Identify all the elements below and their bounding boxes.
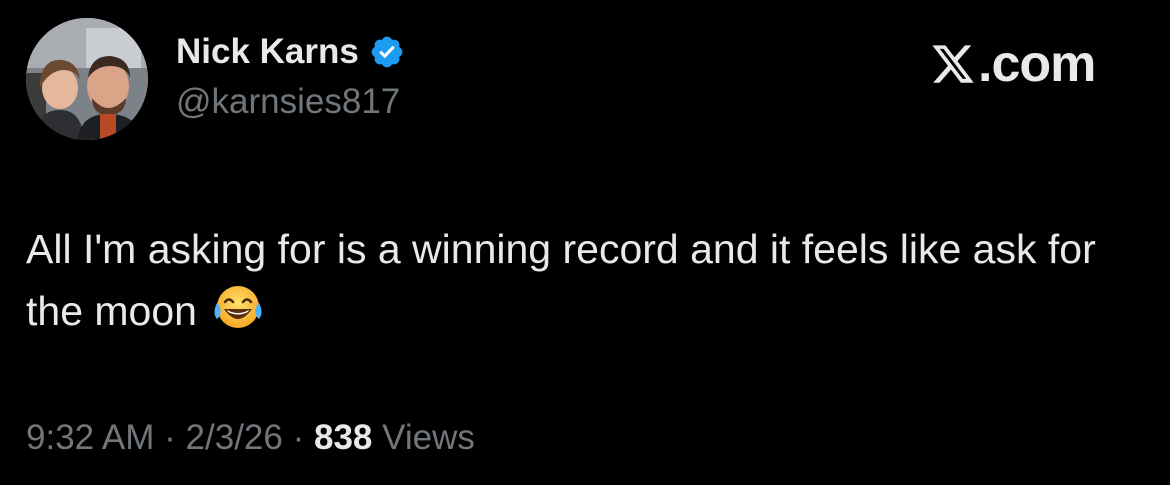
profile-photo	[26, 18, 148, 140]
face-with-tears-of-joy-icon	[211, 283, 265, 331]
meta-separator: ·	[164, 418, 176, 457]
brand-domain-text: .com	[978, 35, 1096, 93]
verified-badge-icon	[369, 34, 405, 70]
avatar[interactable]	[26, 18, 148, 140]
author-name-row[interactable]: Nick Karns	[176, 30, 405, 74]
brand-watermark: .com	[930, 35, 1096, 93]
author-display-name[interactable]: Nick Karns	[176, 30, 359, 74]
tweet-time[interactable]: 9:32 AM	[26, 418, 154, 457]
views-label[interactable]: Views	[382, 418, 475, 457]
x-logo-icon	[930, 41, 976, 87]
views-count[interactable]: 838	[314, 418, 372, 457]
tweet-text: All I'm asking for is a winning record a…	[26, 226, 1096, 334]
tweet-body: All I'm asking for is a winning record a…	[26, 218, 1136, 342]
tweet-meta: 9:32 AM · 2/3/26 · 838 Views	[26, 416, 475, 460]
tweet-date[interactable]: 2/3/26	[186, 418, 283, 457]
meta-separator: ·	[292, 418, 305, 457]
author-handle[interactable]: @karnsies817	[176, 80, 400, 124]
